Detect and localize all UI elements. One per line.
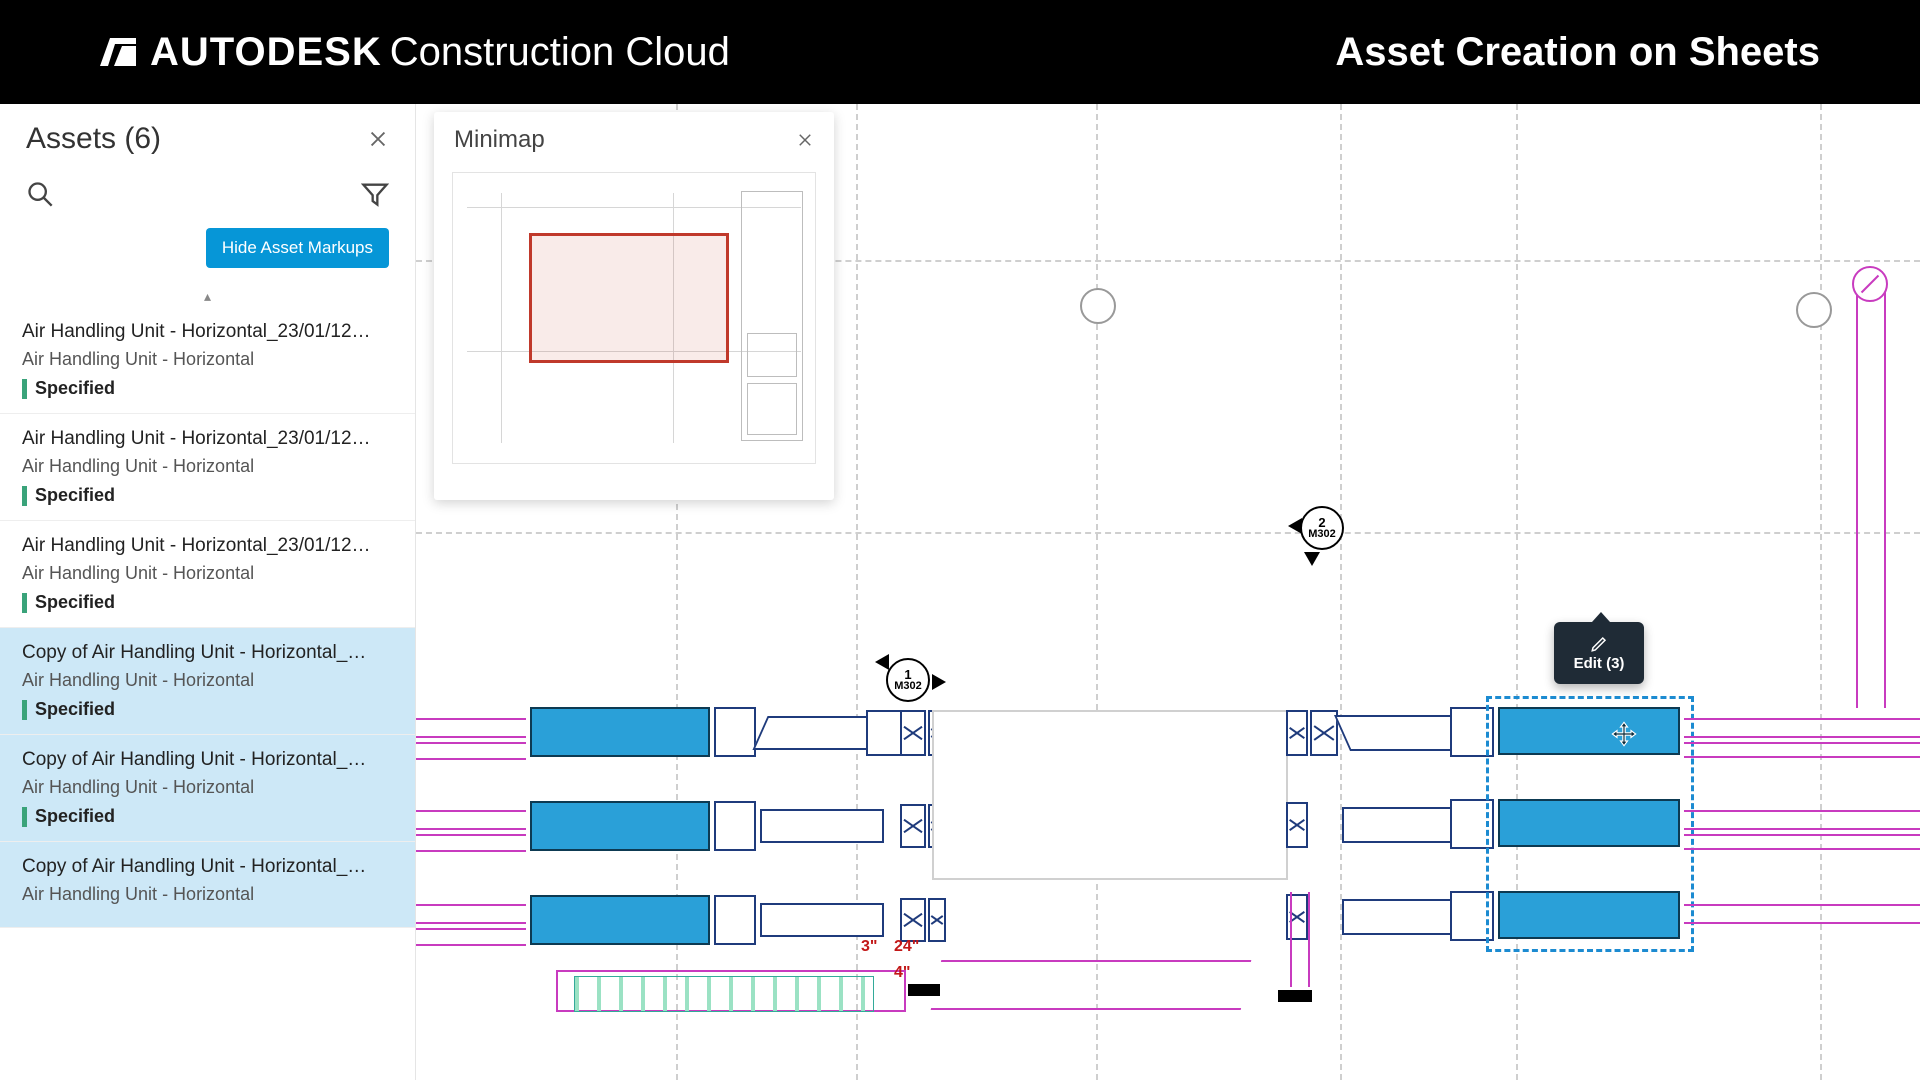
minimap-title: Minimap [454,126,545,154]
asset-list-item[interactable]: Air Handling Unit - Horizontal_23/01/12…… [0,414,415,521]
asset-item-subtitle: Air Handling Unit - Horizontal [22,349,393,370]
grid-bubble [1796,292,1832,328]
asset-list-item[interactable]: Air Handling Unit - Horizontal_23/01/12…… [0,521,415,628]
grid-bubble [1080,288,1116,324]
page-title: Asset Creation on Sheets [1335,30,1820,75]
asset-item-status: Specified [22,699,393,720]
autodesk-logo-icon [100,38,136,66]
asset-list-item[interactable]: Copy of Air Handling Unit - Horizontal_…… [0,628,415,735]
asset-item-subtitle: Air Handling Unit - Horizontal [22,456,393,477]
minimap-viewport[interactable] [452,172,816,464]
sidebar-header: Assets (6) [0,104,415,170]
filter-icon[interactable] [361,180,389,208]
minimap-panel[interactable]: Minimap [434,112,834,500]
asset-list-item[interactable]: Copy of Air Handling Unit - Horizontal_…… [0,842,415,928]
asset-item-status: Specified [22,485,393,506]
scroll-up-icon[interactable]: ▴ [0,286,415,307]
asset-item-subtitle: Air Handling Unit - Horizontal [22,777,393,798]
top-banner: AUTODESKConstruction Cloud Asset Creatio… [0,0,1920,104]
edit-label: Edit (3) [1574,655,1625,672]
dim-label-b: 24" [894,938,919,956]
asset-item-title: Air Handling Unit - Horizontal_23/01/12… [22,535,393,557]
assets-sidebar: Assets (6) Hide Asset Markups ▴ Air Hand… [0,104,416,1080]
move-cursor-icon [1610,720,1638,748]
asset-item-title: Copy of Air Handling Unit - Horizontal_… [22,856,393,878]
asset-item-subtitle: Air Handling Unit - Horizontal [22,563,393,584]
selection-box[interactable] [1486,696,1694,952]
sidebar-title: Assets (6) [26,122,161,156]
close-icon[interactable] [367,128,389,150]
minimap-header: Minimap [434,112,834,168]
asset-item-title: Air Handling Unit - Horizontal_23/01/12… [22,321,393,343]
asset-item-status: Specified [22,378,393,399]
brand-main-text: AUTODESKConstruction Cloud [150,30,730,75]
asset-item-status: Specified [22,592,393,613]
asset-item-subtitle: Air Handling Unit - Horizontal [22,670,393,691]
close-icon[interactable] [796,131,814,149]
hide-asset-markups-button[interactable]: Hide Asset Markups [206,228,389,268]
asset-item-title: Air Handling Unit - Horizontal_23/01/12… [22,428,393,450]
asset-item-status: Specified [22,806,393,827]
asset-list: Air Handling Unit - Horizontal_23/01/12…… [0,307,415,928]
asset-list-item[interactable]: Air Handling Unit - Horizontal_23/01/12…… [0,307,415,414]
asset-list-item[interactable]: Copy of Air Handling Unit - Horizontal_…… [0,735,415,842]
asset-item-title: Copy of Air Handling Unit - Horizontal_… [22,749,393,771]
asset-item-subtitle: Air Handling Unit - Horizontal [22,884,393,905]
asset-item-title: Copy of Air Handling Unit - Horizontal_… [22,642,393,664]
damper-icon [1852,266,1888,302]
minimap-viewport-rect[interactable] [529,233,729,363]
dim-label-c: 4" [894,964,910,982]
search-icon[interactable] [26,180,54,208]
brand: AUTODESKConstruction Cloud [100,30,730,75]
dim-label-a: 3" [861,938,877,956]
section-callout-2[interactable]: 2 M302 [1300,506,1344,550]
section-callout-1[interactable]: 1 M302 [886,658,930,702]
sidebar-tools [0,170,415,228]
edit-selection-button[interactable]: Edit (3) [1554,622,1644,684]
